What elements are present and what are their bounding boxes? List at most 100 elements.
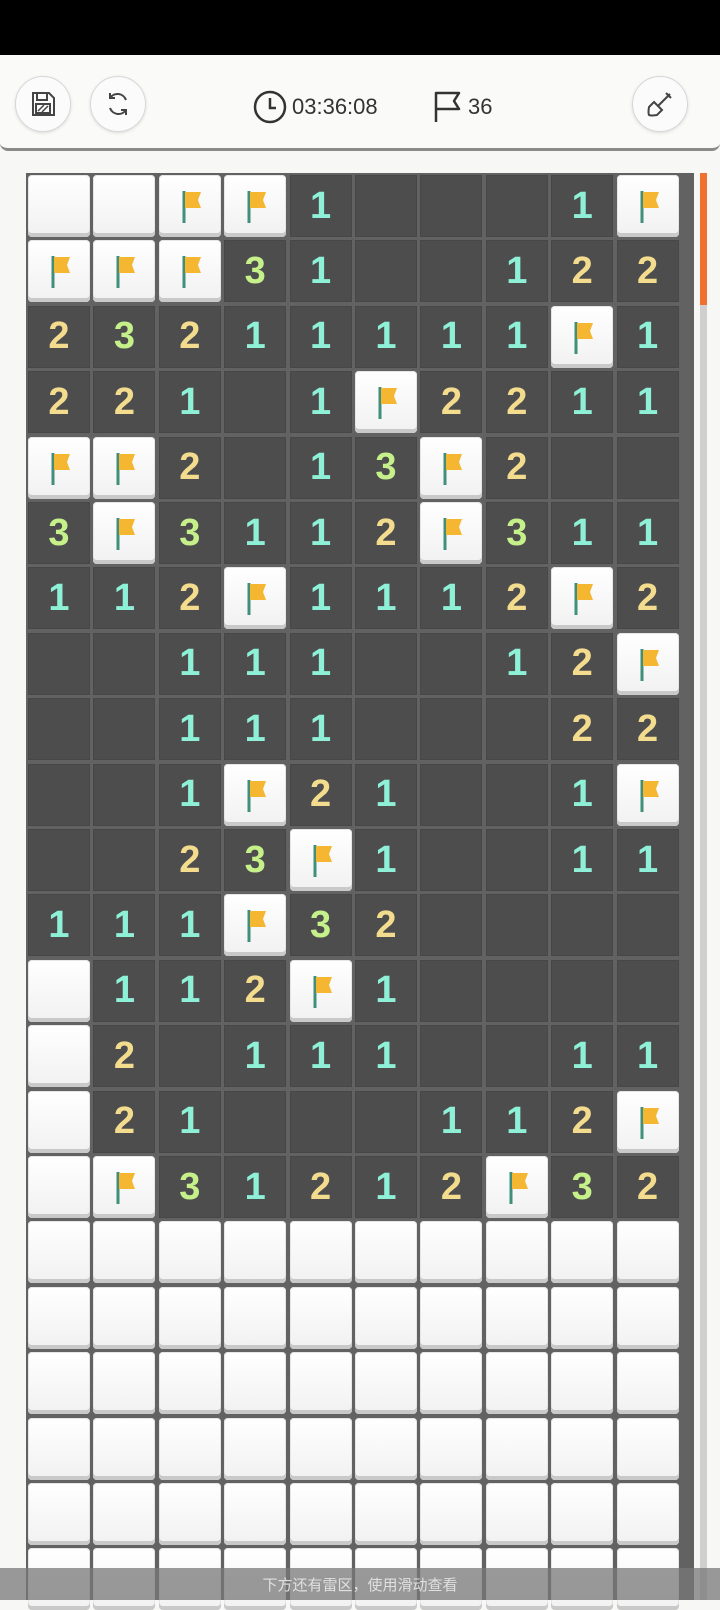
number-cell[interactable]: 1	[224, 1025, 287, 1088]
number-cell[interactable]: 1	[289, 632, 352, 695]
number-cell[interactable]: 1	[28, 894, 90, 957]
number-cell[interactable]: 1	[485, 305, 548, 368]
covered-cell[interactable]	[93, 1352, 156, 1415]
empty-cell[interactable]	[616, 959, 679, 1022]
number-cell[interactable]: 1	[224, 698, 287, 761]
number-cell[interactable]: 1	[616, 371, 679, 434]
empty-cell[interactable]	[485, 894, 548, 957]
number-cell[interactable]: 1	[551, 829, 614, 891]
number-cell[interactable]: 3	[158, 502, 221, 564]
number-cell[interactable]: 2	[28, 371, 90, 434]
number-cell[interactable]: 1	[551, 1025, 614, 1088]
covered-cell[interactable]	[28, 1025, 90, 1088]
number-cell[interactable]: 1	[420, 567, 483, 630]
number-cell[interactable]: 1	[289, 502, 352, 564]
empty-cell[interactable]	[420, 829, 483, 891]
empty-cell[interactable]	[485, 763, 548, 826]
empty-cell[interactable]	[224, 1090, 287, 1153]
number-cell[interactable]: 2	[355, 502, 417, 564]
number-cell[interactable]: 3	[355, 436, 417, 499]
number-cell[interactable]: 2	[551, 698, 614, 761]
covered-cell[interactable]	[551, 1417, 614, 1480]
covered-cell[interactable]	[28, 1352, 90, 1415]
empty-cell[interactable]	[420, 698, 483, 761]
covered-cell[interactable]	[289, 1483, 352, 1545]
flagged-cell[interactable]	[28, 240, 90, 303]
number-cell[interactable]: 1	[355, 959, 417, 1022]
number-cell[interactable]: 1	[289, 175, 352, 237]
empty-cell[interactable]	[420, 632, 483, 695]
empty-cell[interactable]	[485, 829, 548, 891]
flagged-cell[interactable]	[289, 959, 352, 1022]
empty-cell[interactable]	[355, 698, 417, 761]
covered-cell[interactable]	[28, 175, 90, 237]
number-cell[interactable]: 2	[485, 436, 548, 499]
flagged-cell[interactable]	[355, 371, 417, 434]
empty-cell[interactable]	[289, 1090, 352, 1153]
flagged-cell[interactable]	[485, 1156, 548, 1218]
empty-cell[interactable]	[485, 1025, 548, 1088]
empty-cell[interactable]	[93, 698, 156, 761]
dig-tool-button[interactable]	[632, 76, 688, 132]
number-cell[interactable]: 3	[289, 894, 352, 957]
number-cell[interactable]: 1	[224, 632, 287, 695]
number-cell[interactable]: 1	[289, 1025, 352, 1088]
number-cell[interactable]: 1	[28, 567, 90, 630]
flagged-cell[interactable]	[224, 175, 287, 237]
empty-cell[interactable]	[485, 698, 548, 761]
covered-cell[interactable]	[355, 1286, 417, 1349]
covered-cell[interactable]	[485, 1417, 548, 1480]
flagged-cell[interactable]	[420, 436, 483, 499]
covered-cell[interactable]	[28, 1221, 90, 1284]
number-cell[interactable]: 1	[551, 763, 614, 826]
covered-cell[interactable]	[28, 959, 90, 1022]
empty-cell[interactable]	[355, 1090, 417, 1153]
flagged-cell[interactable]	[93, 502, 156, 564]
scrollbar-track[interactable]	[700, 173, 707, 1600]
empty-cell[interactable]	[485, 959, 548, 1022]
covered-cell[interactable]	[485, 1221, 548, 1284]
flagged-cell[interactable]	[616, 763, 679, 826]
covered-cell[interactable]	[551, 1352, 614, 1415]
flagged-cell[interactable]	[616, 632, 679, 695]
number-cell[interactable]: 1	[158, 894, 221, 957]
number-cell[interactable]: 1	[224, 305, 287, 368]
covered-cell[interactable]	[224, 1352, 287, 1415]
covered-cell[interactable]	[616, 1286, 679, 1349]
number-cell[interactable]: 2	[551, 240, 614, 303]
empty-cell[interactable]	[28, 763, 90, 826]
number-cell[interactable]: 1	[551, 175, 614, 237]
empty-cell[interactable]	[420, 1025, 483, 1088]
number-cell[interactable]: 1	[289, 436, 352, 499]
number-cell[interactable]: 1	[616, 305, 679, 368]
number-cell[interactable]: 2	[158, 436, 221, 499]
number-cell[interactable]: 2	[224, 959, 287, 1022]
covered-cell[interactable]	[224, 1221, 287, 1284]
number-cell[interactable]: 3	[93, 305, 156, 368]
flagged-cell[interactable]	[616, 1090, 679, 1153]
number-cell[interactable]: 1	[355, 1025, 417, 1088]
flagged-cell[interactable]	[224, 567, 287, 630]
number-cell[interactable]: 1	[355, 567, 417, 630]
flagged-cell[interactable]	[224, 763, 287, 826]
number-cell[interactable]: 1	[485, 240, 548, 303]
covered-cell[interactable]	[420, 1221, 483, 1284]
empty-cell[interactable]	[551, 436, 614, 499]
save-button[interactable]	[15, 76, 71, 132]
covered-cell[interactable]	[224, 1417, 287, 1480]
number-cell[interactable]: 2	[93, 1025, 156, 1088]
number-cell[interactable]: 1	[289, 567, 352, 630]
flagged-cell[interactable]	[158, 240, 221, 303]
number-cell[interactable]: 1	[551, 371, 614, 434]
number-cell[interactable]: 2	[289, 763, 352, 826]
number-cell[interactable]: 1	[616, 829, 679, 891]
number-cell[interactable]: 2	[616, 240, 679, 303]
covered-cell[interactable]	[355, 1221, 417, 1284]
number-cell[interactable]: 2	[616, 698, 679, 761]
number-cell[interactable]: 3	[551, 1156, 614, 1218]
restart-button[interactable]	[90, 76, 146, 132]
covered-cell[interactable]	[28, 1483, 90, 1545]
number-cell[interactable]: 2	[616, 1156, 679, 1218]
number-cell[interactable]: 1	[289, 698, 352, 761]
covered-cell[interactable]	[616, 1483, 679, 1545]
